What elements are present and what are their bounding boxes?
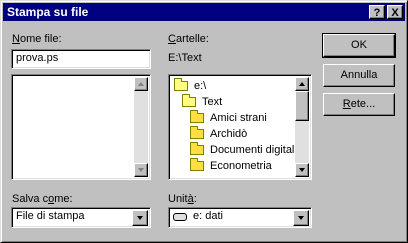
help-button[interactable]: ? (369, 5, 385, 19)
scroll-up-button[interactable] (134, 77, 148, 91)
folder-icon (190, 158, 204, 171)
open-folder-icon (182, 94, 196, 107)
folder-icon (190, 110, 204, 123)
chevron-down-icon (137, 216, 143, 220)
chevron-down-icon (298, 216, 304, 220)
folders-label: Cartelle: (168, 33, 209, 45)
ok-button[interactable]: OK (322, 33, 396, 58)
cancel-button[interactable]: Annulla (323, 64, 395, 87)
title-bar[interactable]: Stampa su file ? X (3, 3, 405, 21)
drive-value: e: dati (193, 210, 223, 222)
print-to-file-dialog: Stampa su file ? X Nome file: prova.ps C… (0, 0, 408, 243)
filename-label: Nome file: (12, 33, 62, 45)
file-list[interactable] (11, 74, 151, 180)
folder-list-scrollbar[interactable] (295, 77, 309, 177)
network-button[interactable]: Rete... (323, 93, 395, 116)
drive-select[interactable]: e: dati (168, 207, 312, 228)
filename-value: prova.ps (16, 52, 59, 64)
hard-drive-icon (173, 213, 187, 221)
scroll-thumb[interactable] (295, 91, 309, 121)
dropdown-button[interactable] (132, 210, 148, 226)
drive-label: Unità: (168, 193, 197, 205)
scroll-up-button[interactable] (295, 77, 309, 91)
open-folder-icon (174, 78, 188, 91)
close-button[interactable]: X (387, 5, 403, 19)
scroll-down-button[interactable] (134, 163, 148, 177)
scroll-down-button[interactable] (295, 163, 309, 177)
filename-input[interactable]: prova.ps (11, 49, 151, 69)
folder-icon (190, 142, 204, 155)
current-path: E:\Text (168, 52, 202, 64)
window-title: Stampa su file (7, 5, 89, 19)
save-as-select[interactable]: File di stampa (11, 207, 151, 228)
save-as-value: File di stampa (16, 210, 85, 222)
save-as-label: Salva come: (12, 193, 73, 205)
folder-icon (190, 126, 204, 139)
folder-list[interactable]: e:\ Text Amici strani Archidò Documenti … (168, 74, 312, 180)
file-list-scrollbar[interactable] (134, 77, 148, 177)
dropdown-button[interactable] (293, 210, 309, 226)
